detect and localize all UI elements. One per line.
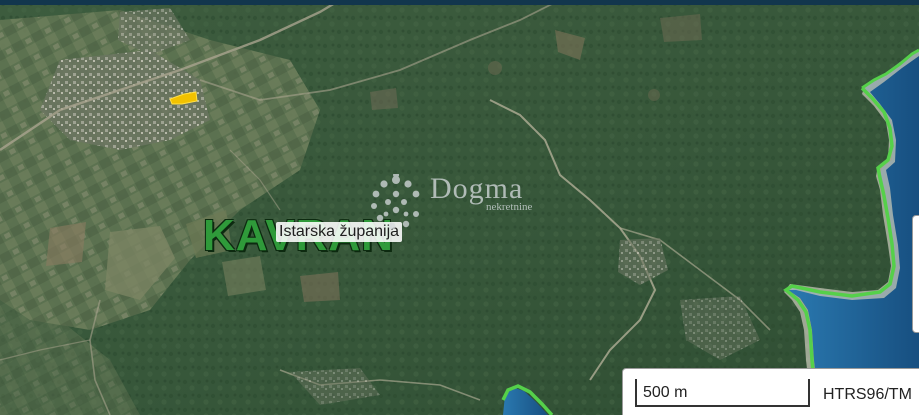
scale-panel: 500 m HTRS96/TM	[622, 368, 919, 415]
map-view[interactable]: KAVRAN Istarska županija	[0, 0, 919, 415]
watermark: Dogma nekretnine	[366, 172, 566, 242]
watermark-name: Dogma	[430, 172, 524, 205]
crs-label: HTRS96/TM	[823, 386, 912, 403]
top-toolbar-edge	[0, 0, 919, 5]
watermark-subtitle: nekretnine	[486, 201, 533, 213]
scale-bar: 500 m	[635, 379, 810, 407]
scale-distance-label: 500 m	[643, 384, 688, 401]
side-panel-edge[interactable]	[912, 215, 919, 333]
dogma-logo-icon	[371, 174, 420, 230]
